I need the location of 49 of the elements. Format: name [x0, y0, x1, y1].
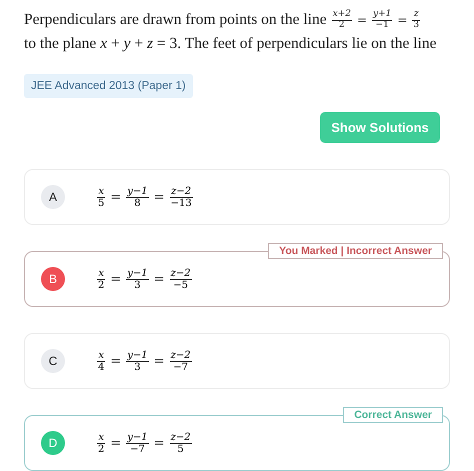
- equals-sign: =: [110, 190, 122, 204]
- numerator: x: [97, 268, 105, 278]
- question-text: to the plane x + y + z = 3. The feet of perpendiculars lie on the line: [24, 34, 436, 54]
- numerator: z−2: [170, 432, 192, 442]
- denominator: 2: [97, 442, 106, 454]
- numerator: z−2: [170, 268, 192, 278]
- denominator: −7: [170, 360, 192, 372]
- numerator: y−1: [126, 186, 149, 196]
- option-letter: D: [41, 431, 65, 455]
- equals-sign: =: [110, 272, 122, 286]
- exam-tag: JEE Advanced 2013 (Paper 1): [24, 74, 193, 98]
- equals-sign: =: [154, 354, 165, 368]
- numerator: z−2: [170, 186, 192, 196]
- numerator: x: [97, 186, 105, 196]
- numerator: y+1: [372, 10, 392, 20]
- denominator: −1: [372, 20, 392, 30]
- option-letter: B: [41, 267, 65, 291]
- denominator: 8: [126, 196, 149, 208]
- answer-badge: You Marked | Incorrect Answer: [268, 243, 443, 259]
- question-text: Perpendiculars are drawn from points on the line: [24, 10, 327, 30]
- denominator: −13: [170, 196, 193, 208]
- answer-badge: Correct Answer: [343, 407, 443, 423]
- option-letter: C: [41, 349, 65, 373]
- denominator: 2: [332, 20, 352, 30]
- denominator: −7: [126, 442, 149, 454]
- numerator: y−1: [126, 432, 149, 442]
- denominator: 4: [97, 360, 106, 372]
- denominator: 3: [412, 20, 420, 30]
- numerator: z: [412, 10, 420, 20]
- denominator: 5: [170, 442, 192, 454]
- equals-sign: =: [154, 272, 165, 286]
- denominator: 2: [97, 278, 106, 290]
- equals-sign: =: [154, 436, 165, 450]
- denominator: 3: [126, 278, 149, 290]
- numerator: x+2: [332, 10, 352, 20]
- equals-sign: =: [154, 190, 165, 204]
- denominator: 5: [97, 196, 106, 208]
- numerator: x: [97, 350, 105, 360]
- denominator: 3: [126, 360, 149, 372]
- numerator: z−2: [170, 350, 192, 360]
- equals-sign: =: [110, 354, 122, 368]
- equals-sign: =: [356, 12, 367, 29]
- numerator: y−1: [126, 268, 149, 278]
- equals-sign: =: [397, 12, 408, 29]
- equals-sign: =: [110, 436, 122, 450]
- option-letter: A: [41, 185, 65, 209]
- denominator: −5: [170, 278, 192, 290]
- numerator: y−1: [126, 350, 149, 360]
- numerator: x: [97, 432, 105, 442]
